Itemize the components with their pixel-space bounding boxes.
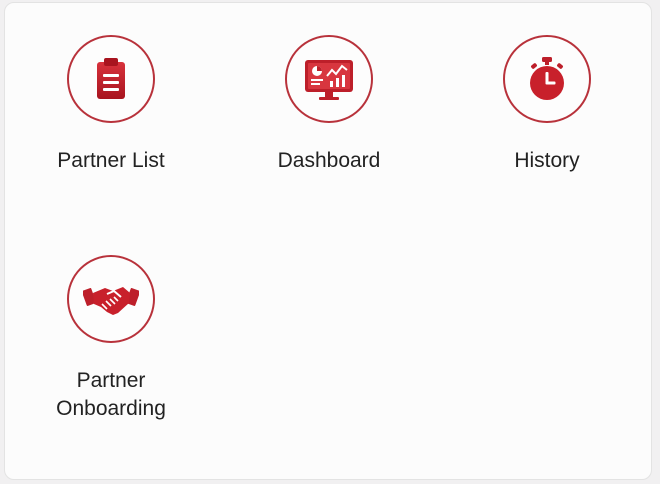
history-label: History: [514, 149, 580, 172]
dashboard-label: Dashboard: [277, 149, 381, 172]
stopwatch-icon: [530, 57, 564, 100]
history-tile[interactable]: History: [457, 35, 637, 175]
dashboard-icon-circle: [285, 35, 373, 123]
clipboard-icon: [97, 58, 125, 99]
partner-onboarding-label: Partner Onboarding: [56, 369, 166, 420]
history-icon-circle: [503, 35, 591, 123]
monitor-chart-icon: [305, 60, 353, 100]
dashboard-tile[interactable]: Dashboard: [239, 35, 419, 175]
partner-onboarding-tile[interactable]: Partner Onboarding: [21, 255, 201, 423]
partner-list-tile[interactable]: Partner List: [21, 35, 201, 175]
partner-onboarding-icon-circle: [67, 255, 155, 343]
menu-card: Partner List Dashboard History Partner O…: [4, 2, 652, 480]
partner-list-label: Partner List: [57, 149, 165, 172]
partner-list-icon-circle: [67, 35, 155, 123]
handshake-icon: [83, 287, 139, 315]
